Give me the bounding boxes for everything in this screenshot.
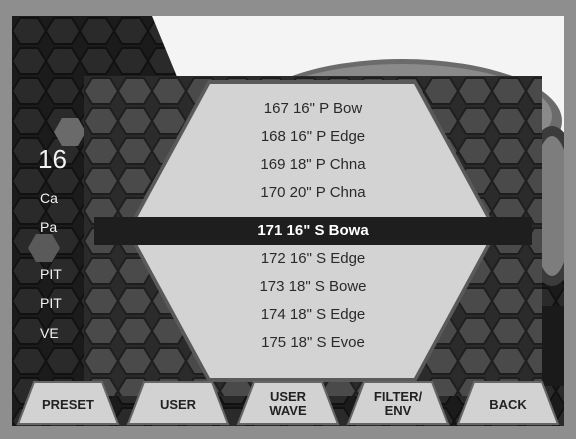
tab-user-wave-label-1: USER	[269, 389, 307, 404]
list-item[interactable]: 175 18" S Evoe	[84, 329, 542, 357]
list-item[interactable]: 174 18" S Edge	[84, 301, 542, 329]
lcd-screen: 16 Ca Pa PIT PIT VE 167 16" P Bow 168 16…	[12, 16, 564, 426]
pad-label: Pa	[40, 219, 58, 235]
list-item[interactable]: 169 18" P Chna	[84, 151, 542, 179]
list-item[interactable]: 170 20" P Chna	[84, 179, 542, 207]
pitch-label-2: PIT	[40, 295, 62, 311]
tab-preset-label: PRESET	[41, 397, 94, 412]
tab-preset[interactable]: PRESET	[16, 380, 120, 426]
pitch-label-1: PIT	[40, 266, 62, 282]
tab-back-label: BACK	[489, 397, 527, 412]
function-tab-bar: PRESET USER USER WAVE FILTER/ ENV BACK	[12, 380, 564, 426]
tab-user-label: USER	[159, 397, 197, 412]
tab-user-wave[interactable]: USER WAVE	[236, 380, 340, 426]
tab-user-wave-label-2: WAVE	[269, 403, 307, 418]
list-item[interactable]: 172 16" S Edge	[84, 245, 542, 273]
velocity-label: VE	[40, 325, 59, 341]
list-item[interactable]: 167 16" P Bow	[84, 95, 542, 123]
category-label: Ca	[40, 190, 58, 206]
list-item-selected[interactable]: 171 16" S Bowa	[84, 217, 542, 245]
tone-select-popup: 167 16" P Bow 168 16" P Edge 169 18" P C…	[84, 76, 542, 396]
tab-back[interactable]: BACK	[456, 380, 560, 426]
device-frame: 16 Ca Pa PIT PIT VE 167 16" P Bow 168 16…	[0, 0, 576, 439]
tab-filter-env-label-2: ENV	[384, 403, 412, 418]
list-item[interactable]: 168 16" P Edge	[84, 123, 542, 151]
tone-number-fragment: 16	[38, 144, 67, 174]
tab-user[interactable]: USER	[126, 380, 230, 426]
tab-filter-env-label-1: FILTER/	[373, 389, 423, 404]
list-item[interactable]: 173 18" S Bowe	[84, 273, 542, 301]
tab-filter-env[interactable]: FILTER/ ENV	[346, 380, 450, 426]
